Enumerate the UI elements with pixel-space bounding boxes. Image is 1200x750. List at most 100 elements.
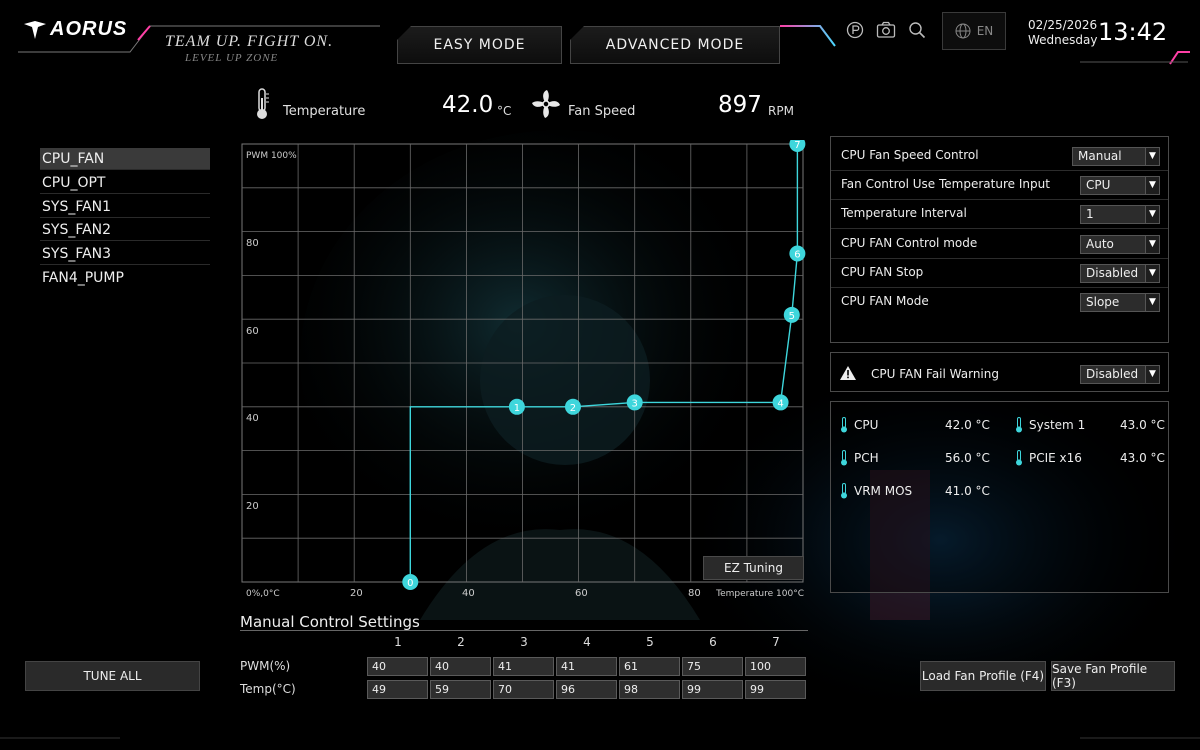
language-code: EN [976, 24, 994, 38]
curve-point[interactable]: 1 [508, 398, 525, 415]
setting-dropdown[interactable]: Slope ▼ [1080, 293, 1160, 312]
weekday-value: Wednesday [1028, 33, 1098, 47]
manual-control-title: Manual Control Settings [240, 613, 420, 631]
curve-point-label: 1 [514, 403, 520, 414]
x-axis-ticks: 20 40 60 80 [350, 588, 701, 599]
setting-dropdown[interactable]: Disabled ▼ [1080, 264, 1160, 283]
pwm-input[interactable]: 40 [430, 657, 491, 676]
sensor-value: 42.0 °C [945, 418, 990, 432]
setting-row: CPU FAN Control mode Auto ▼ [831, 230, 1168, 259]
column-header: 5 [646, 635, 654, 649]
slogan-line-2: LEVEL UP ZONE [185, 52, 279, 64]
fan-list-item[interactable]: CPU_FAN [40, 148, 210, 170]
dropdown-arrow-icon: ▼ [1145, 294, 1159, 311]
fail-warning-dropdown[interactable]: Disabled ▼ [1080, 365, 1160, 384]
pwm-input[interactable]: 41 [556, 657, 617, 676]
save-fan-profile-button[interactable]: Save Fan Profile (F3) [1051, 661, 1175, 691]
thermometer-icon [1016, 417, 1022, 433]
setting-dropdown[interactable]: Manual ▼ [1072, 147, 1160, 166]
temp-input[interactable]: 99 [682, 680, 743, 699]
temp-input[interactable]: 49 [367, 680, 428, 699]
setting-dropdown[interactable]: CPU ▼ [1080, 176, 1160, 195]
temp-input[interactable]: 99 [745, 680, 806, 699]
globe-icon [955, 23, 971, 39]
pwm-input[interactable]: 41 [493, 657, 554, 676]
x-tick-label: 20 [350, 588, 363, 599]
setting-dropdown[interactable]: Auto ▼ [1080, 235, 1160, 254]
fan-speed-unit: RPM [768, 104, 794, 118]
setting-row: CPU Fan Speed Control Manual ▼ [831, 142, 1168, 171]
temp-row-label: Temp(°C) [240, 682, 296, 696]
curve-point[interactable]: 2 [564, 398, 581, 415]
setting-row: Fan Control Use Temperature Input CPU ▼ [831, 171, 1168, 200]
slogan-line-1: TEAM UP. FIGHT ON. [165, 33, 334, 50]
curve-point-label: 6 [794, 250, 800, 261]
fan-speed-label: Fan Speed [568, 104, 636, 119]
favorites-icon[interactable] [845, 20, 865, 40]
temp-input[interactable]: 59 [430, 680, 491, 699]
aorus-logo: AORUS [24, 18, 127, 41]
column-header: 2 [457, 635, 465, 649]
column-header: 6 [709, 635, 717, 649]
curve-points: 0 1 2 3 4 5 6 7 [402, 140, 806, 590]
pwm-input[interactable]: 75 [682, 657, 743, 676]
curve-point-label: 2 [570, 403, 576, 414]
dropdown-arrow-icon: ▼ [1145, 366, 1159, 383]
curve-point-label: 3 [632, 398, 638, 409]
fan-list-item[interactable]: CPU_OPT [40, 172, 210, 194]
fan-speed-value: 897 [718, 92, 762, 118]
origin-label: 0%,0°C [246, 589, 280, 599]
fan-list-item[interactable]: FAN4_PUMP [40, 267, 210, 289]
fan-curve-graph[interactable]: PWM 100% 80 60 40 20 0%,0°C 20 40 60 80 … [240, 140, 812, 605]
language-selector[interactable]: EN [942, 12, 1006, 50]
curve-point[interactable]: 5 [783, 306, 800, 323]
setting-label: CPU FAN Control mode [841, 236, 978, 250]
column-header: 4 [583, 635, 591, 649]
pwm-input[interactable]: 100 [745, 657, 806, 676]
curve-point[interactable]: 0 [402, 574, 419, 590]
fan-list-item[interactable]: SYS_FAN1 [40, 196, 210, 218]
curve-point[interactable]: 3 [626, 394, 643, 411]
setting-row: CPU FAN Mode Slope ▼ [831, 288, 1168, 317]
x-tick-label: 80 [688, 588, 701, 599]
sensor-value: 41.0 °C [945, 484, 990, 498]
dropdown-value: Slope [1086, 295, 1120, 309]
thermometer-icon [841, 483, 847, 499]
curve-point[interactable]: 4 [772, 394, 789, 411]
sensor-value: 43.0 °C [1120, 451, 1165, 465]
advanced-mode-button[interactable]: ADVANCED MODE [570, 26, 780, 64]
pwm-input[interactable]: 61 [619, 657, 680, 676]
divider [240, 630, 808, 631]
fan-list-item[interactable]: SYS_FAN2 [40, 219, 210, 241]
easy-mode-button[interactable]: EASY MODE [397, 26, 562, 64]
ez-tuning-button[interactable]: EZ Tuning [703, 556, 804, 580]
setting-row: CPU FAN Stop Disabled ▼ [831, 259, 1168, 288]
slogan: TEAM UP. FIGHT ON. LEVEL UP ZONE [165, 34, 333, 66]
temp-input[interactable]: 70 [493, 680, 554, 699]
temp-input[interactable]: 98 [619, 680, 680, 699]
y-axis-ticks: 80 60 40 20 [246, 238, 259, 512]
clock: 13:42 [1098, 18, 1168, 46]
setting-dropdown[interactable]: 1 ▼ [1080, 205, 1160, 224]
thermometer-icon [841, 450, 847, 466]
search-icon[interactable] [907, 20, 927, 40]
curve-point-label: 4 [777, 398, 783, 409]
camera-icon[interactable] [876, 20, 896, 40]
brand-name: AORUS [50, 18, 128, 40]
tune-all-button[interactable]: TUNE ALL [25, 661, 200, 691]
x-axis-end-label: Temperature 100°C [715, 589, 804, 599]
temperature-unit: °C [497, 104, 512, 118]
pwm-input[interactable]: 40 [367, 657, 428, 676]
temp-input[interactable]: 96 [556, 680, 617, 699]
graph-grid [241, 143, 804, 583]
sensor-label: PCIE x16 [1029, 451, 1082, 465]
thermometer-icon [841, 417, 847, 433]
curve-point[interactable]: 6 [789, 245, 806, 262]
load-fan-profile-button[interactable]: Load Fan Profile (F4) [920, 661, 1046, 691]
dropdown-value: Disabled [1086, 367, 1139, 381]
dropdown-value: CPU [1086, 178, 1111, 192]
fan-list-item[interactable]: SYS_FAN3 [40, 243, 210, 265]
temperature-label: Temperature [283, 104, 366, 119]
dropdown-arrow-icon: ▼ [1145, 236, 1159, 253]
y-tick-label: 20 [246, 501, 259, 512]
